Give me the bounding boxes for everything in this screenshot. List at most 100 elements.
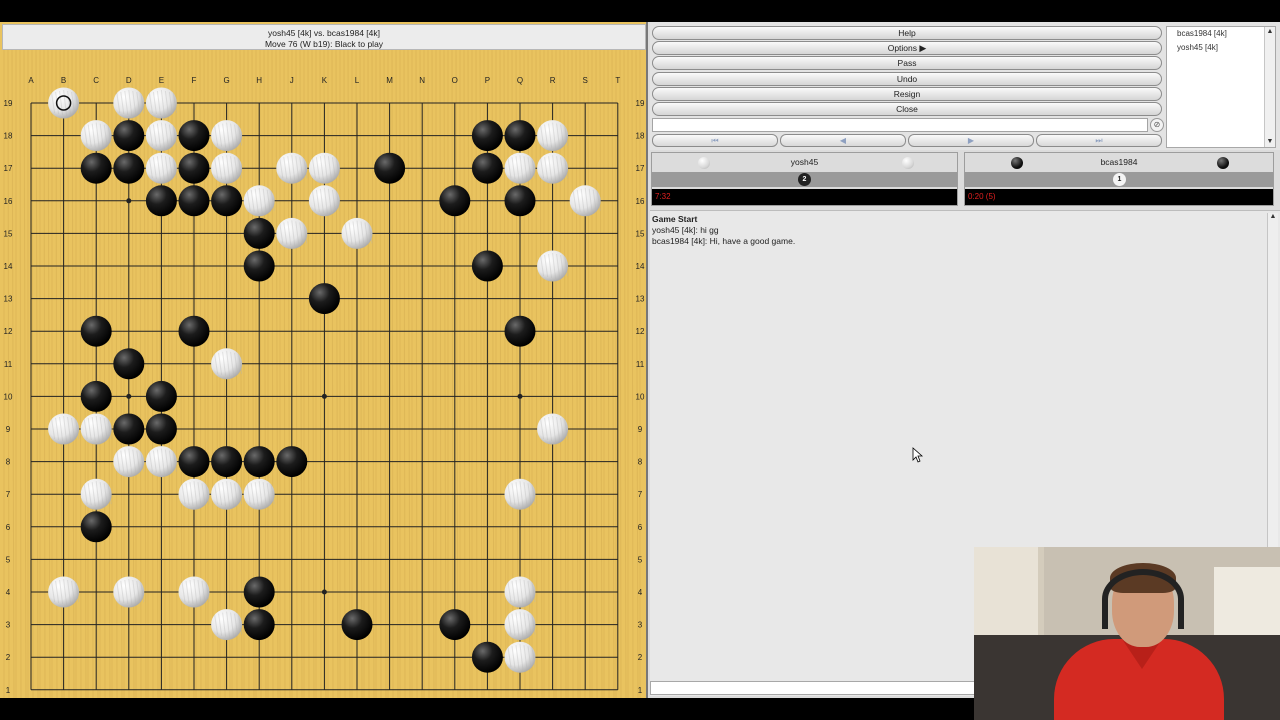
wood-grain bbox=[607, 50, 610, 698]
forward-icon: ▶ bbox=[967, 136, 975, 145]
column-label: B bbox=[61, 76, 66, 85]
black-stone bbox=[178, 446, 210, 478]
black-stone bbox=[439, 185, 471, 217]
column-label: C bbox=[93, 76, 99, 85]
webcam-door bbox=[974, 547, 1044, 637]
board-header: yosh45 [4k] vs. bcas1984 [4k] Move 76 (W… bbox=[2, 24, 646, 50]
wood-grain bbox=[535, 50, 538, 698]
wood-grain bbox=[107, 50, 111, 698]
column-label: J bbox=[290, 76, 294, 85]
column-label: L bbox=[355, 76, 360, 85]
black-stone bbox=[439, 609, 471, 641]
row-label: 14 bbox=[636, 262, 645, 271]
white-stone bbox=[178, 478, 210, 510]
help-button[interactable]: Help bbox=[652, 26, 1162, 40]
white-stone bbox=[145, 87, 177, 119]
wood-grain bbox=[31, 50, 34, 698]
white-stone bbox=[537, 413, 569, 445]
wood-grain bbox=[239, 50, 243, 698]
column-label: H bbox=[256, 76, 262, 85]
column-label: K bbox=[322, 76, 328, 85]
white-stone bbox=[211, 120, 243, 152]
options-button[interactable]: Options ▶ bbox=[652, 41, 1162, 55]
row-label: 6 bbox=[638, 523, 643, 532]
white-stone bbox=[145, 120, 177, 152]
wood-grain bbox=[571, 50, 574, 698]
column-label: N bbox=[419, 76, 425, 85]
observer-list[interactable]: bcas1984 [4k] yosh45 [4k] ▲ ▼ bbox=[1166, 26, 1276, 148]
black-stone bbox=[113, 152, 145, 184]
star-point bbox=[126, 198, 132, 204]
wood-grain bbox=[23, 50, 27, 698]
white-stone bbox=[211, 348, 243, 380]
resign-button[interactable]: Resign bbox=[652, 87, 1162, 101]
board-panel: yosh45 [4k] vs. bcas1984 [4k] Move 76 (W… bbox=[0, 22, 648, 698]
row-label: 10 bbox=[4, 392, 13, 401]
pass-button[interactable]: Pass bbox=[652, 56, 1162, 70]
wood-grain bbox=[635, 50, 639, 698]
undo-button[interactable]: Undo bbox=[652, 72, 1162, 86]
wood-grain bbox=[35, 50, 39, 698]
wood-grain bbox=[367, 50, 370, 698]
white-stone bbox=[276, 152, 308, 184]
white-stone bbox=[145, 446, 177, 478]
wood-grain bbox=[343, 50, 346, 698]
black-stone bbox=[113, 348, 145, 380]
wood-grain bbox=[631, 50, 634, 698]
clear-icon[interactable]: ⊘ bbox=[1150, 118, 1164, 132]
wood-grain bbox=[311, 50, 315, 698]
webcam-overlay bbox=[974, 547, 1280, 720]
mouse-cursor-icon bbox=[912, 447, 924, 463]
column-label: G bbox=[223, 76, 229, 85]
row-label: 17 bbox=[4, 164, 13, 173]
wood-grain bbox=[539, 50, 543, 698]
command-input[interactable] bbox=[652, 118, 1148, 132]
white-stone bbox=[145, 152, 177, 184]
chat-heading: Game Start bbox=[652, 214, 698, 224]
row-label: 9 bbox=[638, 425, 643, 434]
black-stone bbox=[145, 185, 177, 217]
wood-grain bbox=[319, 50, 322, 698]
scroll-up-icon[interactable]: ▲ bbox=[1268, 213, 1278, 220]
scroll-up-icon[interactable]: ▲ bbox=[1265, 27, 1275, 37]
wood-grain bbox=[11, 50, 15, 698]
row-label: 11 bbox=[4, 360, 13, 369]
wood-grain bbox=[455, 50, 459, 698]
black-stone bbox=[471, 120, 503, 152]
wood-grain bbox=[299, 50, 303, 698]
move-status: Move 76 (W b19): Black to play bbox=[264, 39, 384, 49]
scroll-down-icon[interactable]: ▼ bbox=[1265, 137, 1275, 147]
black-stone bbox=[276, 446, 308, 478]
white-stone bbox=[308, 152, 340, 184]
black-stone bbox=[504, 120, 536, 152]
black-stone bbox=[471, 641, 503, 673]
list-item[interactable]: yosh45 [4k] bbox=[1167, 41, 1275, 55]
wood-grain bbox=[359, 50, 363, 698]
row-label: 15 bbox=[4, 229, 13, 238]
wood-grain bbox=[595, 50, 598, 698]
last-move-button[interactable]: ⏭ bbox=[1036, 134, 1162, 147]
list-item[interactable]: bcas1984 [4k] bbox=[1167, 27, 1275, 41]
row-label: 14 bbox=[4, 262, 13, 271]
column-label: P bbox=[485, 76, 490, 85]
go-board[interactable]: AABBCCDDEEFFGGHHJJKKLLMMNNOOPPQQRRSSTT19… bbox=[0, 50, 648, 698]
white-stone bbox=[569, 185, 601, 217]
column-label: D bbox=[126, 76, 132, 85]
wood-grain bbox=[499, 50, 502, 698]
row-label: 19 bbox=[636, 99, 645, 108]
list-scrollbar[interactable]: ▲ ▼ bbox=[1264, 27, 1275, 147]
white-clock: 7:32 bbox=[655, 192, 671, 201]
wood-grain bbox=[371, 50, 375, 698]
first-move-button[interactable]: ⏮ bbox=[652, 134, 778, 147]
game-title: yosh45 [4k] vs. bcas1984 [4k] bbox=[268, 28, 380, 38]
column-label: O bbox=[452, 76, 458, 85]
wood-grain bbox=[347, 50, 351, 698]
next-move-button[interactable]: ▶ bbox=[908, 134, 1034, 147]
white-captures-bar: 2 bbox=[652, 172, 957, 187]
rewind-icon: ⏮ bbox=[711, 136, 719, 145]
prev-move-button[interactable]: ◀ bbox=[780, 134, 906, 147]
close-button[interactable]: Close bbox=[652, 102, 1162, 116]
star-point bbox=[517, 393, 523, 399]
white-stone bbox=[504, 641, 536, 673]
black-stone bbox=[243, 217, 275, 249]
